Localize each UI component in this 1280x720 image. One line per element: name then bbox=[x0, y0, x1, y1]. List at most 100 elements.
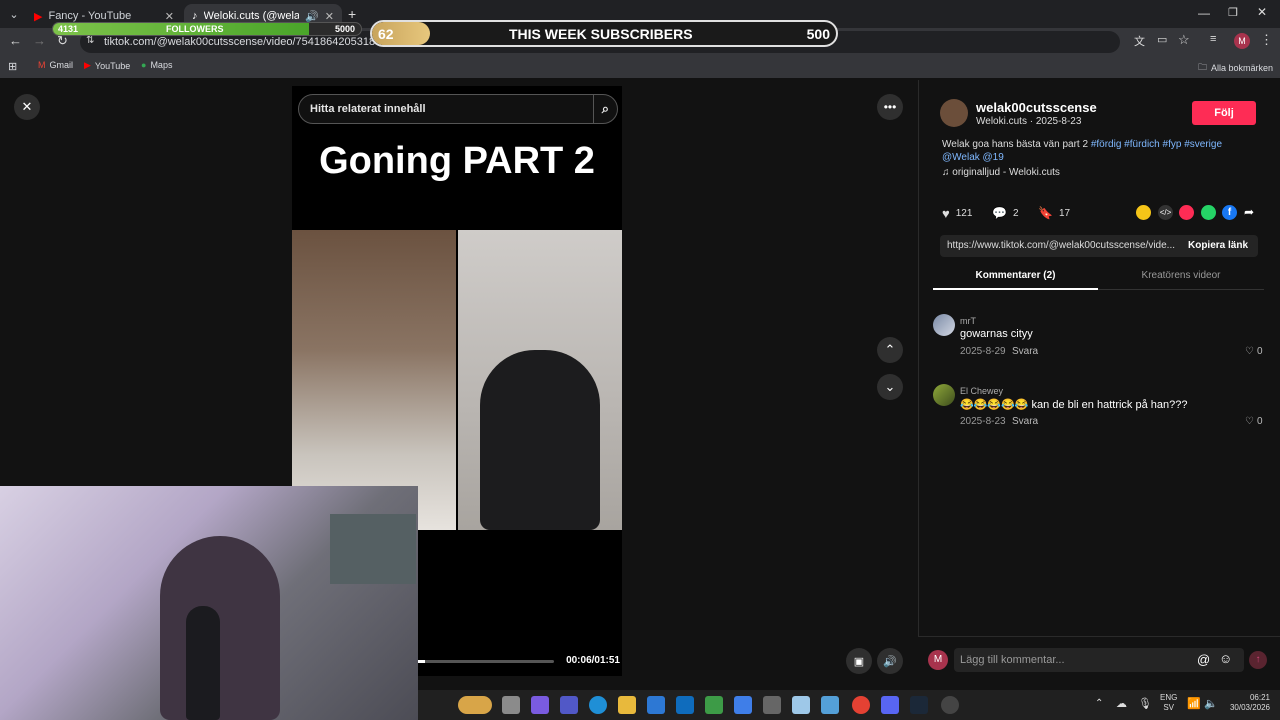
video-progress[interactable] bbox=[418, 660, 554, 663]
video-frame-right bbox=[458, 230, 622, 530]
mentions[interactable]: @Welak @19 bbox=[942, 152, 1004, 163]
comment-button[interactable]: 💬 2 bbox=[992, 206, 1019, 220]
comment-like[interactable]: ♡ 0 bbox=[1245, 416, 1263, 427]
floating-player-icon[interactable]: ▣ bbox=[846, 648, 872, 674]
tv-screen bbox=[330, 514, 416, 584]
comment-user[interactable]: mrT bbox=[960, 316, 976, 326]
share-icon[interactable]: ➦ bbox=[1244, 205, 1254, 219]
video-title: Goning PART 2 bbox=[319, 140, 595, 182]
coin-icon[interactable] bbox=[1136, 205, 1151, 220]
bookmark-icon: 🔖 bbox=[1038, 206, 1053, 220]
volume-tray-icon[interactable]: 🔈 bbox=[1204, 697, 1218, 710]
bookmark-maps[interactable]: ● Maps bbox=[141, 60, 172, 70]
subscribers-goal-bar: 62 THIS WEEK SUBSCRIBERS 500 bbox=[370, 20, 838, 47]
speaker-icon[interactable]: 🔊 bbox=[305, 10, 319, 23]
tray-overflow-icon[interactable]: ⌃ bbox=[1095, 698, 1103, 709]
followers-label: FOLLOWERS bbox=[166, 24, 224, 34]
description-text: Welak goa hans bästa vän part 2 bbox=[942, 139, 1091, 150]
close-tab-icon[interactable]: ✕ bbox=[325, 10, 334, 23]
hashtags[interactable]: #fördig #fürdich #fyp #sverige bbox=[1091, 139, 1222, 150]
weather-icon[interactable] bbox=[458, 696, 492, 714]
copilot-icon[interactable] bbox=[531, 696, 549, 714]
tab-title: Weloki.cuts (@welak00cuts bbox=[203, 10, 300, 22]
comment-like[interactable]: ♡ 0 bbox=[1245, 346, 1263, 357]
clock-time: 06:21 bbox=[1249, 693, 1270, 702]
bookmark-gmail[interactable]: M Gmail bbox=[38, 60, 73, 70]
bookmark-label: Gmail bbox=[49, 60, 74, 70]
site-info-icon[interactable]: ⇅ bbox=[86, 35, 94, 46]
post-icon[interactable]: ↑ bbox=[1249, 651, 1267, 669]
teams-icon[interactable] bbox=[560, 696, 578, 714]
discord-icon[interactable] bbox=[881, 696, 899, 714]
store-icon[interactable] bbox=[647, 696, 665, 714]
bookmark-youtube[interactable]: ▶ YouTube bbox=[84, 60, 130, 71]
cast-icon[interactable]: ▭ bbox=[1157, 33, 1167, 46]
like-button[interactable]: ♥ 121 bbox=[942, 206, 972, 221]
emoji-icon[interactable]: ☺ bbox=[1219, 651, 1232, 666]
save-button[interactable]: 🔖 17 bbox=[1038, 206, 1070, 220]
reply-button[interactable]: Svara bbox=[1012, 346, 1038, 357]
reply-button[interactable]: Svara bbox=[1012, 416, 1038, 427]
edge-icon[interactable] bbox=[589, 696, 607, 714]
photos-icon[interactable] bbox=[792, 696, 810, 714]
more-options-icon[interactable]: ••• bbox=[877, 94, 903, 120]
close-tab-icon[interactable]: ✕ bbox=[165, 10, 174, 23]
menu-icon[interactable]: ⋮ bbox=[1260, 32, 1273, 48]
tab-search-icon[interactable]: ≡ bbox=[1210, 33, 1216, 45]
close-window-icon[interactable]: ✕ bbox=[1257, 5, 1267, 19]
search-icon[interactable]: ⌕ bbox=[592, 95, 609, 123]
whatsapp-icon[interactable] bbox=[1201, 205, 1216, 220]
cloud-icon[interactable]: ☁ bbox=[1116, 697, 1127, 710]
apps-icon[interactable]: ⊞ bbox=[8, 60, 17, 73]
app-icon[interactable] bbox=[941, 696, 959, 714]
chevron-up-icon[interactable]: ⌃ bbox=[877, 337, 903, 363]
chrome-icon[interactable] bbox=[852, 696, 870, 714]
mic-icon[interactable]: 🎙 bbox=[1138, 697, 1152, 710]
forward-icon[interactable]: → bbox=[33, 33, 46, 48]
comment-user[interactable]: El Chewey bbox=[960, 386, 1003, 396]
vpn-icon[interactable] bbox=[705, 696, 723, 714]
mention-icon[interactable]: @ bbox=[1197, 652, 1210, 667]
chevron-down-icon[interactable]: ⌄ bbox=[877, 374, 903, 400]
copy-link-button[interactable]: Kopiera länk bbox=[1182, 235, 1254, 257]
all-bookmarks[interactable]: 🗀 Alla bokmärken bbox=[1198, 60, 1273, 76]
back-icon[interactable]: ← bbox=[9, 33, 22, 48]
microphone bbox=[186, 606, 220, 720]
comment-placeholder: Lägg till kommentar... bbox=[960, 654, 1065, 666]
bookmark-label: YouTube bbox=[94, 60, 131, 71]
app-icon[interactable] bbox=[763, 696, 781, 714]
new-tab-button[interactable]: + bbox=[348, 6, 356, 22]
heart-outline-icon: ♡ bbox=[1245, 346, 1254, 357]
wifi-icon[interactable]: 📶 bbox=[1187, 697, 1201, 710]
author-username[interactable]: welak00cutsscense bbox=[976, 100, 1097, 115]
explorer-icon[interactable] bbox=[618, 696, 636, 714]
comment-like-count: 0 bbox=[1256, 416, 1263, 427]
follow-button[interactable]: Följ bbox=[1192, 101, 1256, 125]
language-indicator[interactable]: ENG SV bbox=[1160, 693, 1177, 713]
translate-icon[interactable]: ⽂ bbox=[1134, 33, 1145, 49]
clock[interactable]: 06:21 30/03/2026 bbox=[1226, 693, 1270, 713]
restore-icon[interactable]: ❐ bbox=[1228, 6, 1238, 19]
tab-search-button[interactable]: ⌄ bbox=[4, 6, 24, 22]
app-icon[interactable] bbox=[734, 696, 752, 714]
profile-avatar[interactable]: M bbox=[1234, 33, 1250, 49]
file-icon[interactable] bbox=[502, 696, 520, 714]
avatar[interactable] bbox=[933, 314, 955, 336]
tab-creator-videos[interactable]: Kreatörens videor bbox=[1098, 266, 1264, 290]
author-avatar[interactable] bbox=[940, 99, 968, 127]
facebook-icon[interactable]: f bbox=[1222, 205, 1237, 220]
outlook-icon[interactable] bbox=[676, 696, 694, 714]
minimize-icon[interactable]: — bbox=[1198, 6, 1210, 20]
embed-icon[interactable]: </> bbox=[1158, 205, 1173, 220]
steam-icon[interactable] bbox=[910, 696, 928, 714]
related-search-input[interactable]: Hitta relaterat innehåll ⌕ bbox=[298, 94, 618, 124]
bookmark-star-icon[interactable]: ☆ bbox=[1178, 32, 1190, 48]
app-icon[interactable] bbox=[821, 696, 839, 714]
avatar[interactable] bbox=[933, 384, 955, 406]
close-icon[interactable]: ✕ bbox=[14, 94, 40, 120]
sound-row[interactable]: ♫ originalljud - Weloki.cuts bbox=[942, 167, 1060, 178]
tab-comments[interactable]: Kommentarer (2) bbox=[933, 266, 1098, 290]
send-icon[interactable] bbox=[1179, 205, 1194, 220]
comment-text: 😂😂😂😂😂 kan de bli en hattrick på han??? bbox=[960, 399, 1188, 411]
volume-icon[interactable]: 🔊 bbox=[877, 648, 903, 674]
